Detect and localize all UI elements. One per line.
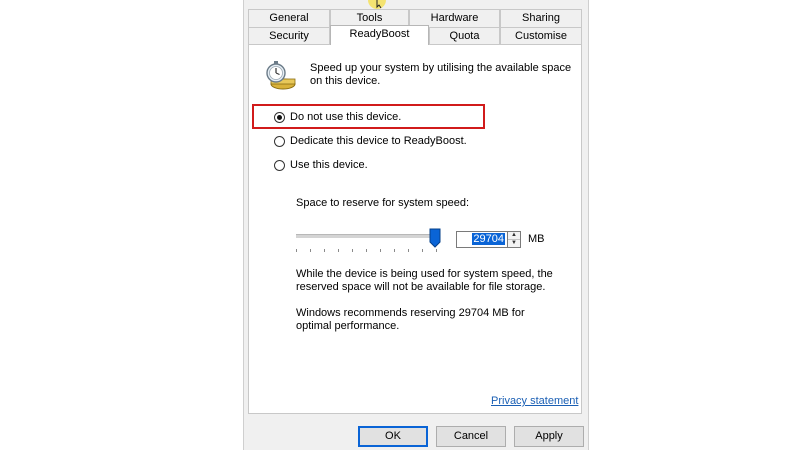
option-label: Dedicate this device to ReadyBoost. [290, 135, 467, 147]
reserve-slider-thumb[interactable] [429, 228, 441, 248]
tab-sharing[interactable]: Sharing [500, 9, 582, 27]
radio-dedicate[interactable] [274, 135, 285, 147]
apply-button[interactable]: Apply [514, 426, 584, 447]
reserve-slider-track[interactable] [296, 234, 436, 238]
slider-tick [310, 249, 311, 252]
spin-up-icon[interactable]: ▲ [508, 232, 520, 240]
tab-general[interactable]: General [248, 9, 330, 27]
ok-button[interactable]: OK [358, 426, 428, 447]
tab-readyboost[interactable]: ReadyBoost [330, 25, 429, 45]
intro-text: Speed up your system by utilising the av… [310, 62, 572, 87]
slider-tick [352, 249, 353, 252]
reserve-label: Space to reserve for system speed: [296, 197, 470, 209]
mouse-cursor-icon [366, 0, 388, 10]
privacy-statement-link[interactable]: Privacy statement [491, 395, 578, 407]
slider-tick [408, 249, 409, 252]
tab-customise[interactable]: Customise [500, 27, 582, 45]
recommend-text: Windows recommends reserving 29704 MB fo… [296, 307, 525, 332]
spin-down-icon[interactable]: ▼ [508, 240, 520, 247]
slider-tick [366, 249, 367, 252]
slider-tick [324, 249, 325, 252]
cancel-button[interactable]: Cancel [436, 426, 506, 447]
slider-tick [338, 249, 339, 252]
slider-tick [296, 249, 297, 252]
slider-tick [394, 249, 395, 252]
info-text: While the device is being used for syste… [296, 268, 553, 293]
reserve-unit: MB [528, 233, 545, 245]
slider-tick [436, 249, 437, 252]
readyboost-stopwatch-icon [263, 58, 297, 92]
reserve-size-value: 29704 [472, 233, 505, 245]
reserve-slider-fill [296, 235, 436, 238]
tab-security[interactable]: Security [248, 27, 330, 45]
reserve-size-input[interactable]: 29704 [456, 231, 508, 248]
reserve-size-spinner[interactable]: ▲ ▼ [508, 231, 521, 248]
option-use-device[interactable]: Use this device. [274, 157, 368, 173]
readyboost-panel [248, 44, 582, 414]
tab-quota[interactable]: Quota [429, 27, 500, 45]
highlight-box [252, 104, 485, 129]
radio-use-device[interactable] [274, 159, 285, 171]
slider-tick [422, 249, 423, 252]
slider-tick [380, 249, 381, 252]
option-dedicate[interactable]: Dedicate this device to ReadyBoost. [274, 133, 467, 149]
option-label: Use this device. [290, 159, 368, 171]
